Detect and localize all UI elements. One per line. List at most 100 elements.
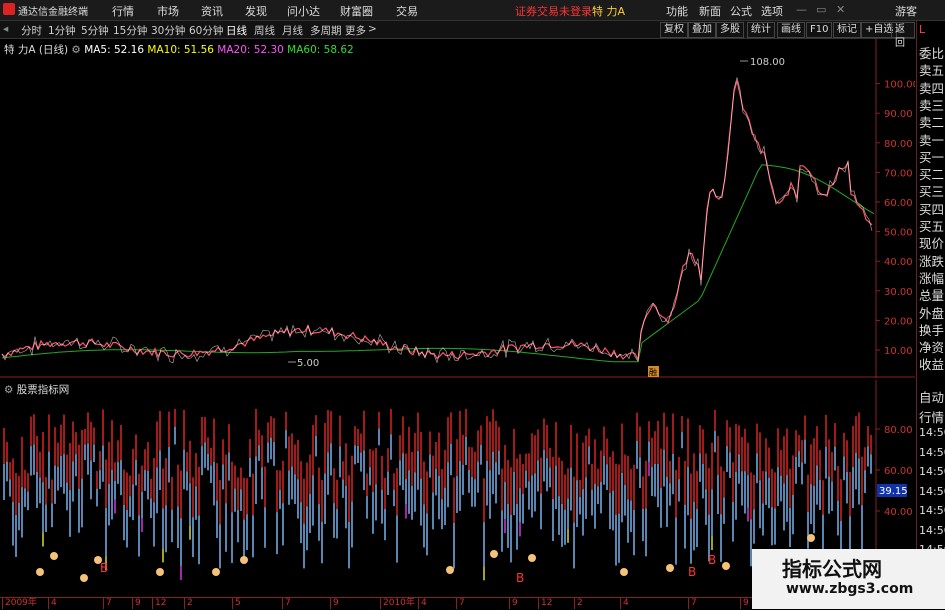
- tool-fanhui[interactable]: 返回: [891, 22, 915, 49]
- tool-fuquan[interactable]: 复权: [660, 22, 688, 38]
- legend-ma10: MA10: 51.56: [147, 44, 214, 56]
- user-label[interactable]: 游客: [895, 3, 917, 19]
- quote-field-label[interactable]: 外盘: [919, 303, 944, 322]
- tool-duogu[interactable]: 多股: [716, 22, 744, 38]
- quote-field-label[interactable]: 买五: [919, 216, 944, 235]
- legend-ma5: MA5: 52.16: [84, 44, 145, 56]
- signal-hand-icon: [240, 556, 248, 564]
- quote-field-label[interactable]: 换手: [919, 320, 944, 339]
- signal-hand-icon: [446, 566, 454, 574]
- price-tick-label: 100.00: [884, 80, 915, 91]
- signal-hand-icon: [528, 554, 536, 562]
- quote-field-label[interactable]: 卖一: [919, 130, 944, 149]
- menu-xinmian[interactable]: 新面: [699, 3, 721, 19]
- quote-field-label[interactable]: 卖三: [919, 95, 944, 114]
- login-warning[interactable]: 证券交易未登录: [515, 3, 592, 19]
- tick-time-label: 14:50: [919, 523, 945, 537]
- tick-time-label: 14:50: [919, 426, 945, 439]
- signal-hand-icon: [620, 568, 628, 576]
- period-monthly[interactable]: 月线: [282, 23, 303, 38]
- ind-tick-label: 80.00: [884, 425, 913, 436]
- period-multi[interactable]: 多周期: [310, 23, 342, 38]
- quote-field-label[interactable]: 买一: [919, 147, 944, 166]
- quote-field-label[interactable]: 买三: [919, 181, 944, 200]
- ind-settings-icon[interactable]: ⚙: [4, 384, 13, 396]
- price-candles-up: [1, 77, 873, 364]
- tick-time-label: 14:50: [919, 484, 945, 498]
- quote-field-label[interactable]: 卖二: [919, 112, 944, 131]
- main-price-chart[interactable]: 100.00 90.00 80.00 70.00 60.00 50.00 40.00 30.0…: [0, 38, 915, 378]
- price-tick-label: 70.00: [884, 168, 913, 179]
- watermark-title: 指标公式网: [782, 557, 882, 581]
- menu-hangqing[interactable]: 行情: [112, 3, 134, 19]
- period-60min[interactable]: 60分钟: [189, 23, 223, 38]
- period-fenshi[interactable]: 分时: [21, 23, 42, 38]
- signal-hand-icon: [212, 568, 220, 576]
- x-axis-label: 9: [330, 598, 339, 609]
- price-tick-label: 20.00: [884, 316, 913, 327]
- tool-f10[interactable]: F10: [806, 22, 833, 38]
- quote-field-label[interactable]: 买二: [919, 164, 944, 183]
- menu-caifuquan[interactable]: 财富圈: [340, 3, 373, 19]
- quote-side-panel: L 委比 卖五 卖四 卖三 卖二 卖一 买一 买二 买三 买四 买五 现价 涨跌 涨幅 总量 外盘 换手 净资 收益 …: [916, 21, 945, 609]
- tick-time-label: 14:50: [919, 465, 945, 478]
- x-axis-label: 2009年: [2, 598, 37, 609]
- menu-jiaoyi[interactable]: 交易: [396, 3, 418, 19]
- tool-tongji[interactable]: 统计: [747, 22, 775, 38]
- x-axis-label: 2: [574, 598, 583, 609]
- quote-field-label[interactable]: 涨跌: [919, 251, 944, 270]
- x-axis-label: 9: [740, 598, 749, 609]
- tick-time-label[interactable]: 行情: [919, 407, 944, 426]
- tool-huaxian[interactable]: 画线: [777, 22, 805, 38]
- period-1min[interactable]: 1分钟: [48, 23, 76, 38]
- title-bar: 通达信金融终端 行情 市场 资讯 发现 问小达 财富圈 交易 证券交易未登录 特…: [0, 0, 945, 21]
- x-axis-label: 5: [232, 598, 241, 609]
- quote-field-label[interactable]: 现价: [919, 233, 944, 252]
- tick-time-label[interactable]: 自动: [919, 387, 944, 406]
- period-5min[interactable]: 5分钟: [81, 23, 109, 38]
- quote-field-label[interactable]: L: [919, 23, 925, 36]
- quote-field-label[interactable]: 净资: [919, 337, 944, 356]
- ind-tick-label: 60.00: [884, 466, 913, 477]
- x-axis-label: 4: [418, 598, 427, 609]
- signal-hand-icon: [50, 552, 58, 560]
- menu-xuanxiang[interactable]: 选项: [761, 3, 783, 19]
- menu-gongshi[interactable]: 公式: [730, 3, 752, 19]
- period-daily[interactable]: 日线: [226, 23, 247, 38]
- period-15min[interactable]: 15分钟: [113, 23, 147, 38]
- close-icon[interactable]: ✕: [836, 3, 845, 16]
- tool-biaoji[interactable]: 标记: [833, 22, 861, 38]
- period-toolbar: ◂ 分时 1分钟 5分钟 15分钟 30分钟 60分钟 日线 周线 月线 多周期…: [0, 21, 915, 49]
- restore-icon[interactable]: ▭: [816, 3, 826, 16]
- menu-zixun[interactable]: 资讯: [201, 3, 223, 19]
- period-more[interactable]: 更多: [345, 23, 366, 38]
- quote-field-label[interactable]: 买四: [919, 199, 944, 218]
- price-tick-label: 60.00: [884, 198, 913, 209]
- menu-wenxiaoda[interactable]: 问小达: [287, 3, 320, 19]
- quote-field-label[interactable]: 涨幅: [919, 268, 944, 287]
- buy-signal-b3: B: [708, 553, 716, 567]
- period-30min[interactable]: 30分钟: [151, 23, 185, 38]
- legend-period: (日线): [38, 44, 69, 56]
- ma60-line: [1, 164, 875, 363]
- menu-shichang[interactable]: 市场: [157, 3, 179, 19]
- menu-faxian[interactable]: 发现: [245, 3, 267, 19]
- x-axis-label: 12: [152, 598, 166, 609]
- quote-field-label[interactable]: 卖五: [919, 60, 944, 79]
- x-axis-label: 2: [184, 598, 193, 609]
- minimize-icon[interactable]: —: [796, 3, 807, 16]
- quote-field-label[interactable]: 委比: [919, 43, 944, 62]
- menu-gongneng[interactable]: 功能: [666, 3, 688, 19]
- period-weekly[interactable]: 周线: [254, 23, 275, 38]
- prev-arrow-icon[interactable]: ◂: [3, 23, 8, 35]
- low-price-label: 5.00: [297, 358, 319, 369]
- quote-field-label[interactable]: 卖四: [919, 78, 944, 97]
- more-chevron-icon[interactable]: >: [368, 23, 377, 35]
- x-axis: 2009年 4 7 9 12 2 5 7 9 2010年 4 7 9 12 2 4 7 9: [0, 597, 876, 610]
- legend-settings-icon[interactable]: ⚙: [71, 44, 80, 56]
- signal-hand-icon: [722, 562, 730, 570]
- quote-field-label[interactable]: 总量: [919, 285, 944, 304]
- quote-field-label[interactable]: 收益: [919, 354, 944, 373]
- tool-diejia[interactable]: 叠加: [688, 22, 716, 38]
- legend-ma20: MA20: 52.30: [217, 44, 284, 56]
